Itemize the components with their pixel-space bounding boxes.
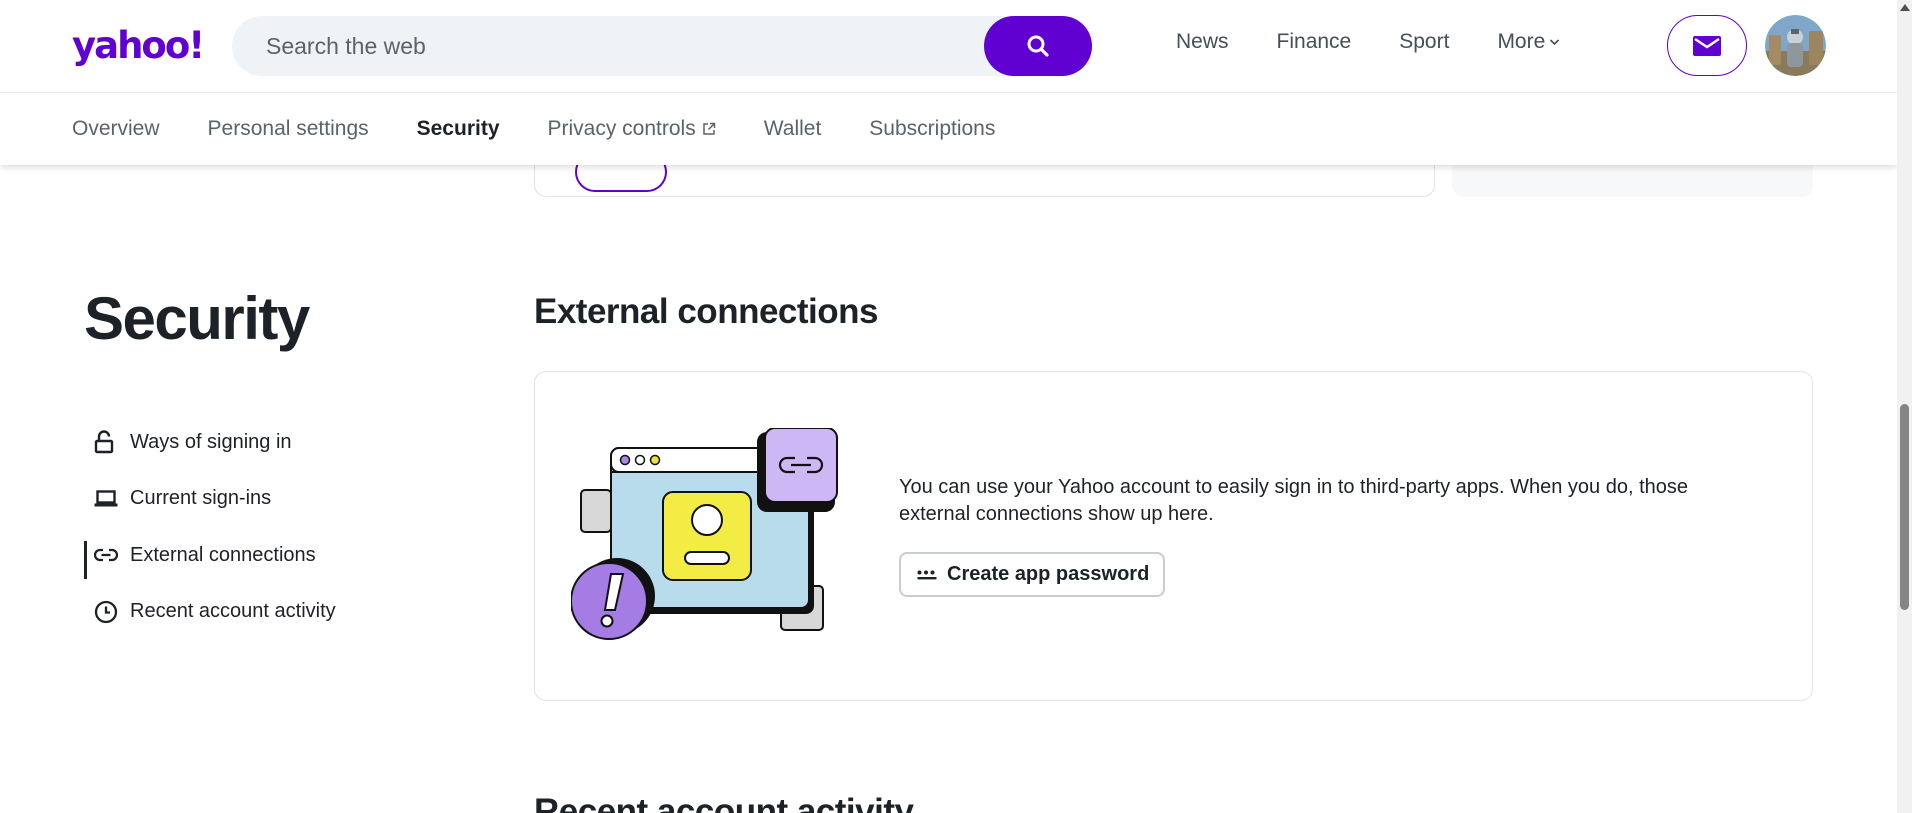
security-sidebar: Ways of signing in Current sign-ins Exte… xyxy=(84,414,336,640)
top-nav: News Finance Sport More xyxy=(1176,30,1560,54)
external-link-icon xyxy=(702,122,715,135)
sidebar-item-recent-account-activity[interactable]: Recent account activity xyxy=(84,584,336,641)
section-title: External connections xyxy=(534,292,878,331)
search-icon xyxy=(1027,35,1049,57)
tab-subscriptions[interactable]: Subscriptions xyxy=(869,117,995,141)
clock-icon xyxy=(84,600,130,624)
link-icon xyxy=(84,547,130,563)
connections-description: You can use your Yahoo account to easily… xyxy=(899,476,1689,525)
chevron-down-icon xyxy=(1550,39,1560,46)
tab-personal-settings[interactable]: Personal settings xyxy=(208,117,369,141)
page-title: Security xyxy=(84,285,310,352)
tab-privacy-controls[interactable]: Privacy controls xyxy=(548,117,716,141)
create-app-password-button[interactable]: Create app password xyxy=(899,552,1166,597)
nav-sport[interactable]: Sport xyxy=(1399,30,1449,54)
mail-icon xyxy=(1693,35,1721,56)
sidebar-item-label: Ways of signing in xyxy=(130,430,292,453)
nav-finance[interactable]: Finance xyxy=(1277,30,1352,54)
nav-news[interactable]: News xyxy=(1176,30,1229,54)
nav-more-label: More xyxy=(1497,30,1546,53)
password-dots-icon xyxy=(917,570,937,579)
mail-button[interactable] xyxy=(1667,15,1747,76)
sidebar-item-label: Current sign-ins xyxy=(130,487,272,510)
unlock-icon xyxy=(84,430,130,454)
sidebar-item-current-sign-ins[interactable]: Current sign-ins xyxy=(84,471,336,528)
avatar[interactable] xyxy=(1765,15,1826,76)
account-tabs: Overview Personal settings Security Priv… xyxy=(0,93,1897,165)
laptop-icon xyxy=(84,489,130,509)
tab-security[interactable]: Security xyxy=(417,117,500,141)
yahoo-logo[interactable]: yahoo! xyxy=(72,24,205,67)
page-scrollbar[interactable] xyxy=(1897,0,1912,813)
top-header: yahoo! News Finance Sport More xyxy=(0,0,1897,93)
nav-more[interactable]: More xyxy=(1497,30,1560,54)
sidebar-item-label: Recent account activity xyxy=(130,600,336,623)
sidebar-item-label: External connections xyxy=(130,543,316,566)
search-bar xyxy=(232,16,1092,76)
tab-overview[interactable]: Overview xyxy=(72,117,160,141)
avatar-image xyxy=(1765,15,1826,76)
tab-privacy-controls-label: Privacy controls xyxy=(547,117,696,140)
sidebar-item-external-connections[interactable]: External connections xyxy=(84,527,336,584)
next-section-title: Recent account activity xyxy=(534,792,914,813)
create-app-password-label: Create app password xyxy=(947,563,1150,585)
external-connections-card: You can use your Yahoo account to easily… xyxy=(534,371,1813,701)
sidebar-item-ways-of-signing-in[interactable]: Ways of signing in xyxy=(84,414,336,471)
scrollbar-thumb[interactable] xyxy=(1900,404,1909,610)
connections-illustration xyxy=(570,427,841,649)
search-input[interactable] xyxy=(266,16,966,76)
tab-wallet[interactable]: Wallet xyxy=(764,117,822,141)
scroll-up-arrow-icon[interactable] xyxy=(1900,4,1910,11)
search-button[interactable] xyxy=(984,16,1092,76)
